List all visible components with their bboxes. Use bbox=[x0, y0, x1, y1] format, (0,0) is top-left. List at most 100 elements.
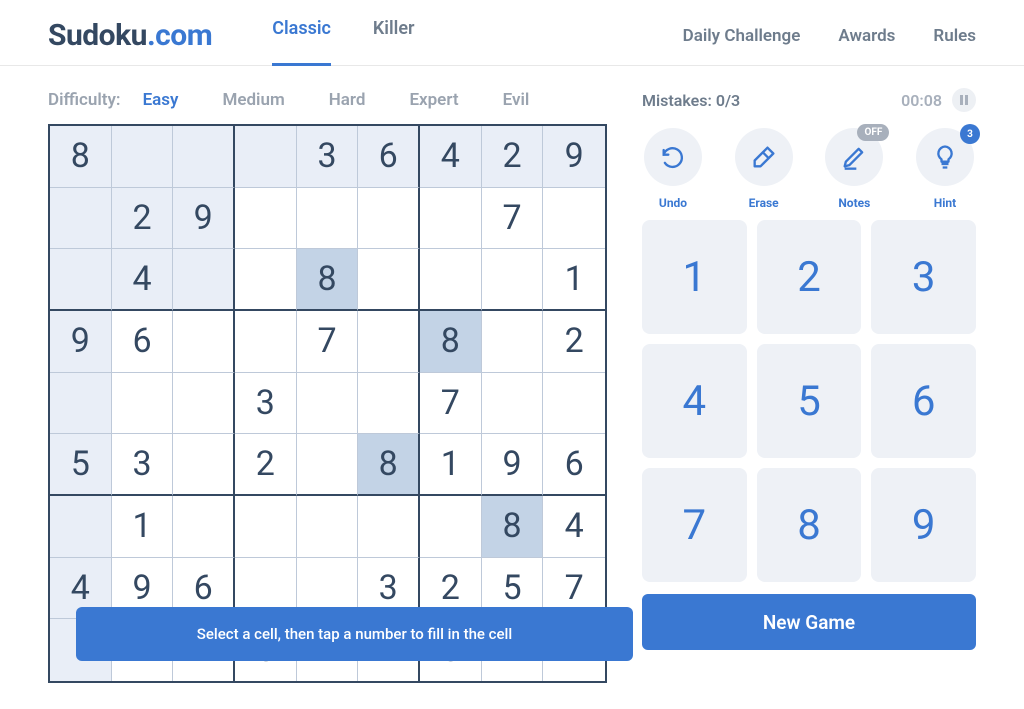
difficulty-easy[interactable]: Easy bbox=[143, 90, 179, 110]
cell-r7-c7[interactable] bbox=[420, 496, 482, 558]
sudoku-board: 8364292974819678237532819618449632575619… bbox=[48, 124, 607, 683]
cell-r4-c4[interactable] bbox=[235, 311, 297, 373]
numpad-3[interactable]: 3 bbox=[871, 220, 976, 334]
difficulty-medium[interactable]: Medium bbox=[222, 90, 284, 110]
cell-r6-c6[interactable]: 8 bbox=[358, 434, 420, 496]
cell-r2-c6[interactable] bbox=[358, 188, 420, 250]
nav-link-daily-challenge[interactable]: Daily Challenge bbox=[683, 26, 801, 46]
status-row: Mistakes: 0/3 00:08 bbox=[642, 90, 976, 110]
numpad-7[interactable]: 7 bbox=[642, 468, 747, 582]
hint-button[interactable]: 3 Hint bbox=[914, 128, 976, 210]
cell-r5-c8[interactable] bbox=[482, 373, 544, 435]
cell-r4-c2[interactable]: 6 bbox=[112, 311, 174, 373]
logo[interactable]: Sudoku.com bbox=[48, 18, 212, 53]
cell-r5-c5[interactable] bbox=[297, 373, 359, 435]
cell-r5-c6[interactable] bbox=[358, 373, 420, 435]
nav-right: Daily Challenge Awards Rules bbox=[683, 26, 976, 46]
cell-r2-c8[interactable]: 7 bbox=[482, 188, 544, 250]
cell-r7-c2[interactable]: 1 bbox=[112, 496, 174, 558]
numpad-4[interactable]: 4 bbox=[642, 344, 747, 458]
nav-link-awards[interactable]: Awards bbox=[838, 26, 895, 46]
cell-r3-c3[interactable] bbox=[173, 249, 235, 311]
cell-r1-c6[interactable]: 6 bbox=[358, 126, 420, 188]
cell-r7-c9[interactable]: 4 bbox=[543, 496, 605, 558]
cell-r6-c8[interactable]: 9 bbox=[482, 434, 544, 496]
cell-r5-c1[interactable] bbox=[50, 373, 112, 435]
cell-r6-c2[interactable]: 3 bbox=[112, 434, 174, 496]
notes-button[interactable]: OFF Notes bbox=[823, 128, 885, 210]
cell-r2-c2[interactable]: 2 bbox=[112, 188, 174, 250]
cell-r5-c2[interactable] bbox=[112, 373, 174, 435]
cell-r1-c3[interactable] bbox=[173, 126, 235, 188]
actions-row: Undo Erase OFF Notes 3 Hint bbox=[642, 128, 976, 210]
cell-r6-c1[interactable]: 5 bbox=[50, 434, 112, 496]
nav-mode-killer[interactable]: Killer bbox=[373, 18, 415, 53]
cell-r2-c4[interactable] bbox=[235, 188, 297, 250]
hint-label: Hint bbox=[934, 196, 956, 210]
cell-r4-c3[interactable] bbox=[173, 311, 235, 373]
cell-r2-c7[interactable] bbox=[420, 188, 482, 250]
cell-r3-c1[interactable] bbox=[50, 249, 112, 311]
new-game-button[interactable]: New Game bbox=[642, 594, 976, 650]
numpad-1[interactable]: 1 bbox=[642, 220, 747, 334]
cell-r6-c7[interactable]: 1 bbox=[420, 434, 482, 496]
erase-button[interactable]: Erase bbox=[733, 128, 795, 210]
cell-r5-c3[interactable] bbox=[173, 373, 235, 435]
cell-r5-c7[interactable]: 7 bbox=[420, 373, 482, 435]
cell-r4-c5[interactable]: 7 bbox=[297, 311, 359, 373]
cell-r1-c9[interactable]: 9 bbox=[543, 126, 605, 188]
cell-r3-c5[interactable]: 8 bbox=[297, 249, 359, 311]
cell-r2-c9[interactable] bbox=[543, 188, 605, 250]
cell-r7-c3[interactable] bbox=[173, 496, 235, 558]
numpad-6[interactable]: 6 bbox=[871, 344, 976, 458]
nav-mode-classic[interactable]: Classic bbox=[272, 18, 331, 53]
cell-r1-c1[interactable]: 8 bbox=[50, 126, 112, 188]
erase-label: Erase bbox=[749, 196, 779, 210]
cell-r4-c8[interactable] bbox=[482, 311, 544, 373]
cell-r6-c4[interactable]: 2 bbox=[235, 434, 297, 496]
cell-r5-c4[interactable]: 3 bbox=[235, 373, 297, 435]
cell-r1-c7[interactable]: 4 bbox=[420, 126, 482, 188]
cell-r7-c8[interactable]: 8 bbox=[482, 496, 544, 558]
cell-r3-c6[interactable] bbox=[358, 249, 420, 311]
nav-link-rules[interactable]: Rules bbox=[933, 26, 976, 46]
cell-r3-c2[interactable]: 4 bbox=[112, 249, 174, 311]
cell-r7-c4[interactable] bbox=[235, 496, 297, 558]
difficulty-hard[interactable]: Hard bbox=[329, 90, 366, 110]
cell-r6-c5[interactable] bbox=[297, 434, 359, 496]
cell-r4-c6[interactable] bbox=[358, 311, 420, 373]
cell-r3-c7[interactable] bbox=[420, 249, 482, 311]
cell-r2-c5[interactable] bbox=[297, 188, 359, 250]
cell-r4-c9[interactable]: 2 bbox=[543, 311, 605, 373]
difficulty-evil[interactable]: Evil bbox=[503, 90, 530, 110]
cell-r7-c5[interactable] bbox=[297, 496, 359, 558]
cell-r6-c9[interactable]: 6 bbox=[543, 434, 605, 496]
cell-r3-c9[interactable]: 1 bbox=[543, 249, 605, 311]
undo-icon bbox=[659, 143, 687, 171]
cell-r3-c4[interactable] bbox=[235, 249, 297, 311]
cell-r5-c9[interactable] bbox=[543, 373, 605, 435]
new-game-label: New Game bbox=[763, 611, 855, 634]
cell-r2-c1[interactable] bbox=[50, 188, 112, 250]
cell-r1-c5[interactable]: 3 bbox=[297, 126, 359, 188]
difficulty-expert[interactable]: Expert bbox=[409, 90, 458, 110]
cell-r4-c7[interactable]: 8 bbox=[420, 311, 482, 373]
undo-button[interactable]: Undo bbox=[642, 128, 704, 210]
cell-r1-c2[interactable] bbox=[112, 126, 174, 188]
cell-r4-c1[interactable]: 9 bbox=[50, 311, 112, 373]
numpad-5[interactable]: 5 bbox=[757, 344, 862, 458]
notes-badge: OFF bbox=[857, 124, 889, 141]
cell-r2-c3[interactable]: 9 bbox=[173, 188, 235, 250]
numpad-8[interactable]: 8 bbox=[757, 468, 862, 582]
cell-r1-c4[interactable] bbox=[235, 126, 297, 188]
cell-r7-c1[interactable] bbox=[50, 496, 112, 558]
cell-r6-c3[interactable] bbox=[173, 434, 235, 496]
cell-r3-c8[interactable] bbox=[482, 249, 544, 311]
cell-r7-c6[interactable] bbox=[358, 496, 420, 558]
header: Sudoku.com Classic Killer Daily Challenge… bbox=[0, 0, 1024, 66]
numpad-2[interactable]: 2 bbox=[757, 220, 862, 334]
numpad-9[interactable]: 9 bbox=[871, 468, 976, 582]
logo-text: Sudoku bbox=[48, 18, 147, 53]
cell-r1-c8[interactable]: 2 bbox=[482, 126, 544, 188]
pause-button[interactable] bbox=[952, 88, 976, 112]
